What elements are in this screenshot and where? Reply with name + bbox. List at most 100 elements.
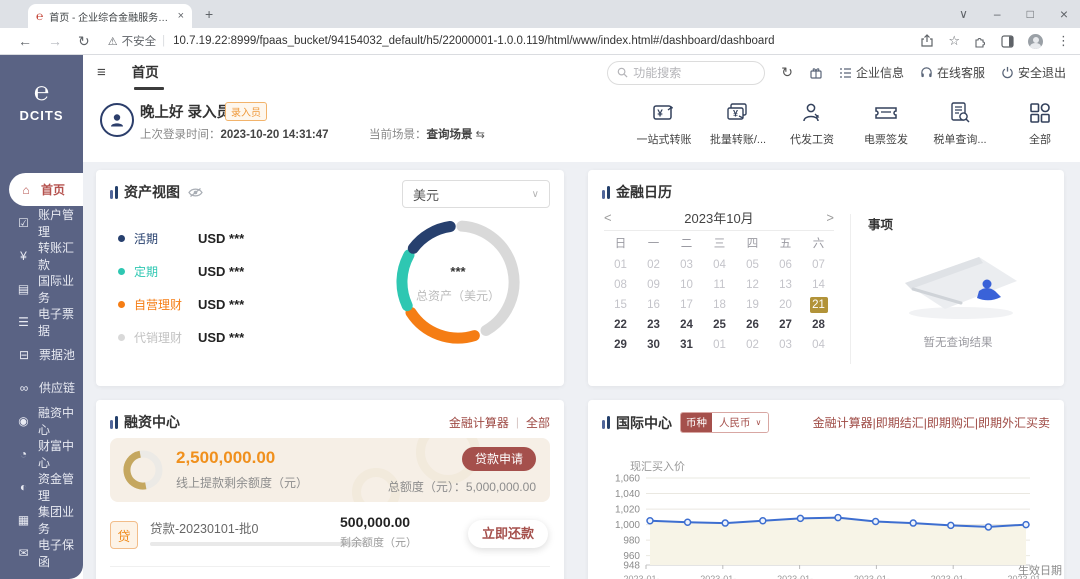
- financing-link-0[interactable]: 金融计算器: [449, 414, 509, 431]
- calendar-day[interactable]: 24: [670, 315, 703, 335]
- sidebar-item-0[interactable]: ⌂首页: [9, 173, 83, 206]
- calendar-day[interactable]: 05: [736, 255, 769, 275]
- quick-action-tax-query[interactable]: 税单查询...: [928, 98, 992, 147]
- calendar-day[interactable]: 19: [736, 295, 769, 315]
- sidebar-item-1[interactable]: ☑账户管理: [0, 206, 83, 239]
- calendar-day[interactable]: 11: [703, 275, 736, 295]
- share-icon[interactable]: [920, 34, 934, 48]
- sidebar-item-2[interactable]: ¥转账汇款: [0, 239, 83, 272]
- quick-action-all[interactable]: 全部: [1008, 98, 1072, 147]
- calendar-day[interactable]: 27: [769, 315, 802, 335]
- sidebar-item-10[interactable]: ▦集团业务: [0, 503, 83, 536]
- calendar-day[interactable]: 03: [769, 335, 802, 355]
- calendar-day[interactable]: 08: [604, 275, 637, 295]
- window-maximize-icon[interactable]: □: [1027, 7, 1034, 21]
- refresh-icon[interactable]: ↻: [781, 64, 793, 81]
- dcits-logo-text: DCITS: [20, 108, 64, 123]
- calendar-day[interactable]: 01: [703, 335, 736, 355]
- browser-profile-avatar[interactable]: [1028, 34, 1043, 49]
- sidebar-item-7[interactable]: ◉融资中心: [0, 404, 83, 437]
- forward-icon[interactable]: →: [48, 33, 62, 49]
- international-link-1[interactable]: 即期结汇: [876, 414, 924, 431]
- calendar-day[interactable]: 30: [637, 335, 670, 355]
- security-label: 不安全: [122, 33, 157, 49]
- calendar-day[interactable]: 13: [769, 275, 802, 295]
- quick-action-batch-transfer[interactable]: ¥ 批量转账/...: [706, 98, 770, 147]
- international-link-2[interactable]: 即期购汇: [927, 414, 975, 431]
- omnibox[interactable]: ⚠ 不安全 | 10.7.19.22:8999/fpaas_bucket/941…: [108, 33, 911, 49]
- sidebar-item-label: 资金管理: [38, 470, 83, 504]
- international-link-0[interactable]: 金融计算器: [813, 414, 873, 431]
- calendar-day[interactable]: 20: [769, 295, 802, 315]
- financing-link-1[interactable]: 全部: [526, 414, 550, 431]
- currency-select[interactable]: 美元 ∨: [402, 180, 550, 208]
- tab-home[interactable]: 首页: [132, 55, 159, 90]
- window-minimize-icon[interactable]: –: [994, 7, 1001, 21]
- quick-action-salary[interactable]: 代发工资: [780, 98, 844, 147]
- collapse-menu-icon[interactable]: ≡: [97, 64, 106, 81]
- enterprise-info-button[interactable]: 企业信息: [839, 64, 904, 81]
- browser-tab[interactable]: ℮ 首页 - 企业综合金融服务平台 ×: [28, 4, 192, 28]
- calendar-day[interactable]: 02: [637, 255, 670, 275]
- calendar-day[interactable]: 26: [736, 315, 769, 335]
- calendar-day[interactable]: 09: [637, 275, 670, 295]
- calendar-day[interactable]: 12: [736, 275, 769, 295]
- calendar-day[interactable]: 10: [670, 275, 703, 295]
- browser-menu-dots-icon[interactable]: ⋮: [1057, 33, 1070, 49]
- calendar-day[interactable]: 06: [769, 255, 802, 275]
- extensions-puzzle-icon[interactable]: [974, 35, 987, 48]
- sidebar-item-4[interactable]: ☰电子票据: [0, 305, 83, 338]
- sidebar-item-3[interactable]: ▤国际业务: [0, 272, 83, 305]
- calendar-weekday: 日: [604, 231, 637, 255]
- calendar-day[interactable]: 18: [703, 295, 736, 315]
- svg-text:2023-01-…: 2023-01-…: [931, 574, 976, 579]
- calendar-day[interactable]: 03: [670, 255, 703, 275]
- gift-icon[interactable]: [809, 66, 823, 80]
- back-icon[interactable]: ←: [18, 33, 32, 49]
- calendar-day[interactable]: 01: [604, 255, 637, 275]
- side-panel-icon[interactable]: [1001, 35, 1014, 48]
- window-close-icon[interactable]: ×: [1060, 6, 1068, 22]
- calendar-day-selected[interactable]: 21: [802, 295, 835, 315]
- sidebar-item-8[interactable]: ◔财富中心: [0, 437, 83, 470]
- logout-button[interactable]: 安全退出: [1001, 64, 1066, 81]
- tab-close-icon[interactable]: ×: [178, 10, 184, 22]
- repay-now-button[interactable]: 立即还款: [468, 520, 548, 548]
- calendar-day[interactable]: 23: [637, 315, 670, 335]
- calendar-day[interactable]: 17: [670, 295, 703, 315]
- international-link-3[interactable]: 即期外汇买卖: [978, 414, 1050, 431]
- sidebar-item-9[interactable]: ◐资金管理: [0, 470, 83, 503]
- url-text: 10.7.19.22:8999/fpaas_bucket/94154032_de…: [173, 35, 774, 47]
- window-menu-chevron-icon[interactable]: ∨: [959, 7, 968, 21]
- sidebar-item-6[interactable]: ∞供应链: [0, 371, 83, 404]
- sidebar-item-11[interactable]: ✉电子保函: [0, 536, 83, 569]
- calendar-day[interactable]: 04: [703, 255, 736, 275]
- calendar-day[interactable]: 07: [802, 255, 835, 275]
- calendar-day[interactable]: 14: [802, 275, 835, 295]
- calendar-day[interactable]: 15: [604, 295, 637, 315]
- calendar-day[interactable]: 28: [802, 315, 835, 335]
- calendar-day[interactable]: 29: [604, 335, 637, 355]
- legend-item: 定期USD ***: [118, 255, 244, 288]
- switch-scene-icon[interactable]: ⇆: [476, 129, 485, 141]
- quick-action-one-stop-transfer[interactable]: ¥ 一站式转账: [632, 98, 696, 147]
- bookmark-star-icon[interactable]: ☆: [948, 33, 960, 49]
- new-tab-button[interactable]: +: [205, 6, 213, 22]
- reload-icon[interactable]: ↻: [78, 33, 90, 50]
- currency-type-selector[interactable]: 币种 人民币∨: [680, 412, 769, 433]
- calendar-prev-icon[interactable]: <: [604, 210, 624, 225]
- power-icon: [1001, 66, 1014, 79]
- calendar-day[interactable]: 04: [802, 335, 835, 355]
- function-search-input[interactable]: 功能搜索: [607, 61, 765, 85]
- calendar-day[interactable]: 25: [703, 315, 736, 335]
- sidebar-item-5[interactable]: ⊟票据池: [0, 338, 83, 371]
- calendar-day[interactable]: 31: [670, 335, 703, 355]
- loan-apply-button[interactable]: 贷款申请: [462, 447, 536, 471]
- quick-action-eticket-issue[interactable]: 电票签发: [854, 98, 918, 147]
- toggle-amount-visibility-icon[interactable]: [188, 187, 203, 198]
- online-service-button[interactable]: 在线客服: [920, 64, 985, 81]
- calendar-day[interactable]: 22: [604, 315, 637, 335]
- calendar-day[interactable]: 02: [736, 335, 769, 355]
- calendar-next-icon[interactable]: >: [814, 210, 834, 225]
- calendar-day[interactable]: 16: [637, 295, 670, 315]
